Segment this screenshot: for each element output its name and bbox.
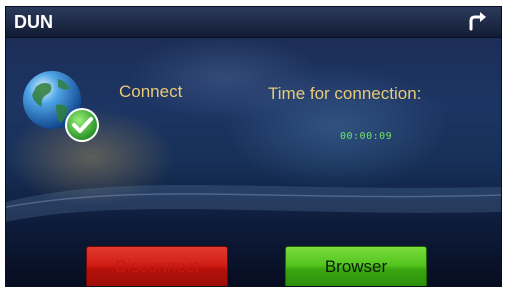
browser-button[interactable]: Browser bbox=[285, 246, 427, 286]
background-swoosh bbox=[6, 185, 501, 222]
disconnect-button[interactable]: Disconnect bbox=[86, 246, 228, 286]
disconnect-button-label: Disconnect bbox=[114, 257, 200, 276]
connection-timer: 00:00:09 bbox=[340, 131, 393, 142]
time-for-connection-label: Time for connection: bbox=[268, 84, 422, 103]
window-title: DUN bbox=[14, 12, 53, 32]
return-arrow-icon[interactable] bbox=[465, 10, 491, 34]
title-bar: DUN bbox=[6, 7, 501, 38]
connection-status-label: Connect bbox=[119, 82, 183, 101]
globe-check-icon bbox=[23, 71, 99, 142]
browser-button-label: Browser bbox=[324, 257, 388, 276]
dun-screen: DUN Connect Time for connection: 00:00:0… bbox=[5, 6, 502, 287]
